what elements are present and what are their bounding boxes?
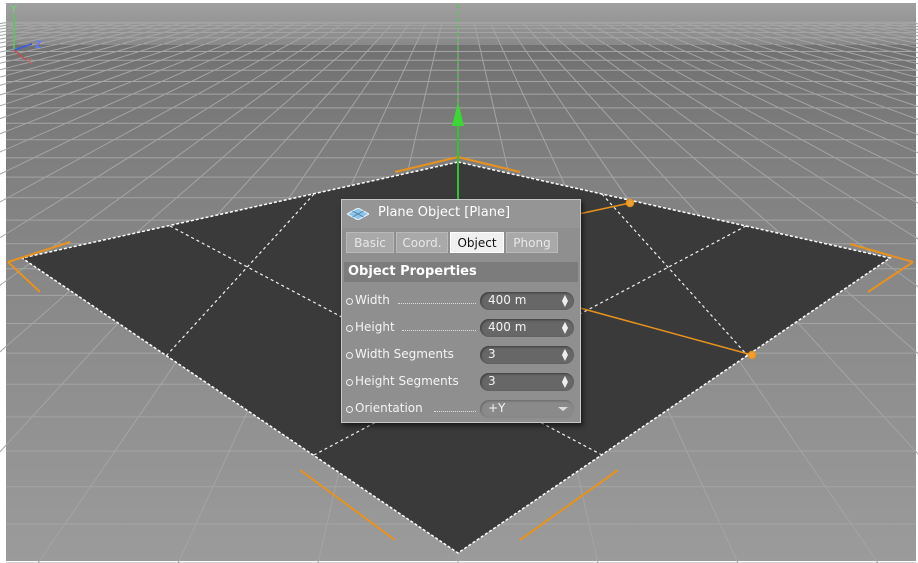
spinner-arrows-icon[interactable]: ▲ ▼ [562,375,568,389]
tab-phong[interactable]: Phong [506,232,558,253]
animation-bullet-icon[interactable] [346,352,353,359]
property-label: Height [355,320,395,334]
property-label: Width [355,293,390,307]
attributes-panel[interactable]: Plane Object [Plane] Basic Coord. Object… [341,199,581,423]
panel-title-bar: Plane Object [Plane] [342,200,580,228]
orientation-dropdown[interactable]: +Y [480,400,574,418]
animation-bullet-icon[interactable] [346,325,353,332]
panel-title: Plane Object [Plane] [378,205,511,220]
label-leader-dots [402,330,476,331]
section-title: Object Properties [344,262,578,282]
height-segments-value: 3 [488,374,496,388]
property-label: Width Segments [355,347,454,361]
property-row-height: Height 400 m ▲ ▼ [346,318,578,340]
property-row-orientation: Orientation +Y [346,399,578,421]
width-value: 400 m [488,293,527,307]
property-label: Orientation [355,401,423,415]
axis-label-y: Y [10,3,18,15]
spinner-arrows-icon[interactable]: ▲ ▼ [562,348,568,362]
property-row-height-segments: Height Segments 3 ▲ ▼ [346,372,578,394]
animation-bullet-icon[interactable] [346,298,353,305]
animation-bullet-icon[interactable] [346,379,353,386]
3d-viewport[interactable]: Plane Object [Plane] Basic Coord. Object… [0,0,918,563]
axis-gizmo: Y Z X [10,3,42,66]
tab-object[interactable]: Object [450,232,504,253]
height-segments-field[interactable]: 3 ▲ ▼ [480,373,574,391]
property-label: Height Segments [355,374,459,388]
property-row-width-segments: Width Segments 3 ▲ ▼ [346,345,578,367]
plane-object-icon [347,208,369,220]
height-value: 400 m [488,320,527,334]
spinner-arrows-icon[interactable]: ▲ ▼ [562,321,568,335]
height-field[interactable]: 400 m ▲ ▼ [480,319,574,337]
width-field[interactable]: 400 m ▲ ▼ [480,292,574,310]
spinner-arrows-icon[interactable]: ▲ ▼ [562,294,568,308]
property-row-width: Width 400 m ▲ ▼ [346,291,578,313]
label-leader-dots [398,303,476,304]
orientation-value: +Y [488,401,506,415]
chevron-down-icon[interactable] [558,407,568,411]
tab-coord[interactable]: Coord. [396,232,448,253]
width-segments-value: 3 [488,347,496,361]
axis-label-z: Z [35,39,42,51]
animation-bullet-icon[interactable] [346,406,353,413]
axis-label-x: X [27,57,33,66]
tab-basic[interactable]: Basic [346,232,394,253]
label-leader-dots [434,411,476,412]
width-segments-field[interactable]: 3 ▲ ▼ [480,346,574,364]
